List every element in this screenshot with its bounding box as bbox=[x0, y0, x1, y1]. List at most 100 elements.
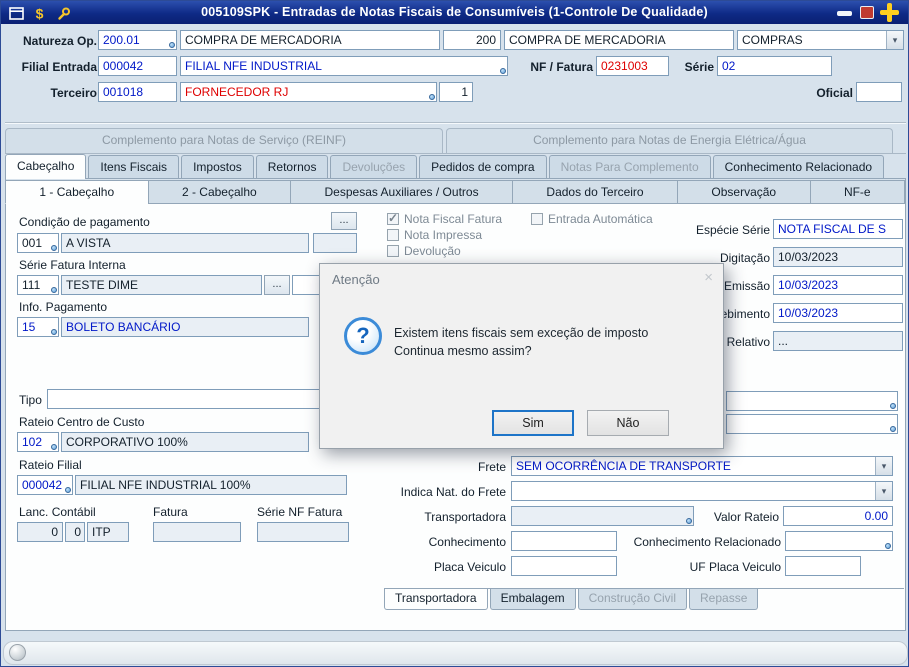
tab-notas-para-complemento: Notas Para Complemento bbox=[548, 155, 711, 179]
condicao-pagamento-desc-value: A VISTA bbox=[66, 236, 111, 250]
relativo-field[interactable]: ... bbox=[773, 331, 903, 351]
natureza-op-label: Natureza Op. bbox=[22, 34, 97, 48]
grupo-combo[interactable]: COMPRAS ▾ bbox=[737, 30, 904, 50]
nf-fatura-label: NF / Fatura bbox=[530, 60, 593, 74]
subtab-observacao[interactable]: Observação bbox=[677, 180, 811, 204]
lookup-dot-icon bbox=[429, 94, 435, 100]
title-bar[interactable]: $ 005109SPK - Entradas de Notas Fiscais … bbox=[1, 1, 908, 24]
recebimento-field[interactable]: 10/03/2023 bbox=[773, 303, 903, 323]
uf-placa-veiculo-field[interactable] bbox=[785, 556, 861, 576]
lookup-dot-icon bbox=[890, 426, 896, 432]
window-title: 005109SPK - Entradas de Notas Fiscais de… bbox=[201, 5, 708, 19]
lanc-contabil-value-2: 0 bbox=[74, 525, 81, 539]
tab-devolucoes: Devoluções bbox=[330, 155, 418, 179]
checkbox-unchecked-icon bbox=[387, 229, 399, 241]
frete-label: Frete bbox=[477, 460, 506, 474]
transportadora-label: Transportadora bbox=[424, 510, 506, 524]
checkbox-devolucao-label: Devolução bbox=[404, 244, 461, 258]
tab-pedidos-de-compra[interactable]: Pedidos de compra bbox=[419, 155, 547, 179]
header-divider bbox=[5, 122, 906, 124]
chevron-down-icon[interactable]: ▾ bbox=[875, 482, 892, 500]
condicao-pagamento-browse-button[interactable]: ... bbox=[331, 212, 357, 230]
dialog-close-icon[interactable]: × bbox=[704, 269, 713, 286]
emissao-value: 10/03/2023 bbox=[778, 278, 839, 292]
rateio-filial-desc-value: FILIAL NFE INDUSTRIAL 100% bbox=[80, 478, 251, 492]
sub-tab-strip: 1 - Cabeçalho 2 - Cabeçalho Despesas Aux… bbox=[5, 180, 906, 204]
subtab-nfe[interactable]: NF-e bbox=[809, 180, 906, 204]
checkbox-checked-icon bbox=[387, 211, 399, 225]
serie-field[interactable]: 02 bbox=[717, 56, 832, 76]
filial-code-value: 000042 bbox=[103, 59, 144, 73]
natureza-op-desc-value: COMPRA DE MERCADORIA bbox=[185, 33, 342, 47]
tab-impostos[interactable]: Impostos bbox=[181, 155, 254, 179]
tipo-field[interactable] bbox=[47, 389, 360, 409]
checkbox-nota-impressa: Nota Impressa bbox=[387, 228, 482, 242]
hidden-right-field-1[interactable] bbox=[726, 391, 898, 411]
natureza-op-code2-value: 200 bbox=[475, 33, 496, 47]
lanc-contabil-field-2: 0 bbox=[65, 522, 85, 542]
tab-retornos[interactable]: Retornos bbox=[255, 155, 329, 179]
lookup-dot-icon bbox=[51, 287, 57, 293]
natureza-op-desc2-field[interactable]: COMPRA DE MERCADORIA bbox=[504, 30, 734, 50]
subtab-2-cabecalho[interactable]: 2 - Cabeçalho bbox=[147, 180, 292, 204]
info-pagamento-desc-field: BOLETO BANCÁRIO bbox=[61, 317, 309, 337]
maximize-icon[interactable] bbox=[860, 6, 874, 19]
terceiro-code-field[interactable]: 001018 bbox=[98, 82, 177, 102]
fatura-label: Fatura bbox=[153, 505, 188, 519]
conhecimento-relacionado-field[interactable] bbox=[785, 531, 893, 551]
minimize-icon[interactable] bbox=[837, 11, 852, 16]
especie-serie-label: Espécie Série bbox=[695, 223, 770, 237]
tab-conhecimento-relacionado[interactable]: Conhecimento Relacionado bbox=[712, 155, 885, 179]
close-icon[interactable] bbox=[880, 3, 899, 22]
yes-button[interactable]: Sim bbox=[492, 410, 574, 436]
tab-itens-fiscais[interactable]: Itens Fiscais bbox=[88, 155, 180, 179]
terceiro-desc-field[interactable]: FORNECEDOR RJ bbox=[180, 82, 437, 102]
subtab-1-cabecalho[interactable]: 1 - Cabeçalho bbox=[5, 180, 149, 204]
checkbox-unchecked-icon bbox=[387, 245, 399, 257]
grupo-combo-value: COMPRAS bbox=[742, 33, 803, 47]
rateio-filial-code-field[interactable]: 000042 bbox=[17, 475, 73, 495]
tab-embalagem[interactable]: Embalagem bbox=[489, 589, 576, 610]
chevron-down-icon[interactable]: ▾ bbox=[875, 457, 892, 475]
frete-value: SEM OCORRÊNCIA DE TRANSPORTE bbox=[516, 459, 731, 473]
natureza-op-code2-field[interactable]: 200 bbox=[443, 30, 501, 50]
hidden-right-field-2[interactable] bbox=[726, 414, 898, 434]
oficial-field[interactable] bbox=[856, 82, 902, 102]
filial-entrada-label: Filial Entrada bbox=[21, 60, 97, 74]
terceiro-loja-field[interactable]: 1 bbox=[439, 82, 473, 102]
tab-construcao-civil: Construção Civil bbox=[577, 589, 688, 610]
condicao-pagamento-code-field[interactable]: 001 bbox=[17, 233, 59, 253]
placa-veiculo-field[interactable] bbox=[511, 556, 617, 576]
natureza-op-desc-field[interactable]: COMPRA DE MERCADORIA bbox=[180, 30, 440, 50]
filial-desc-field[interactable]: FILIAL NFE INDUSTRIAL bbox=[180, 56, 508, 76]
lookup-dot-icon bbox=[686, 518, 692, 524]
tipo-label: Tipo bbox=[19, 393, 42, 407]
emissao-field[interactable]: 10/03/2023 bbox=[773, 275, 903, 295]
info-pagamento-code-field[interactable]: 15 bbox=[17, 317, 59, 337]
valor-rateio-value: 0.00 bbox=[864, 509, 888, 523]
lanc-contabil-value-3: ITP bbox=[92, 525, 111, 539]
conhecimento-relacionado-label: Conhecimento Relacionado bbox=[633, 535, 781, 549]
indica-nat-frete-select[interactable]: ▾ bbox=[511, 481, 893, 501]
tab-transportadora[interactable]: Transportadora bbox=[384, 589, 488, 610]
subtab-dados-do-terceiro[interactable]: Dados do Terceiro bbox=[512, 180, 678, 204]
digitacao-field: 10/03/2023 bbox=[773, 247, 903, 267]
conhecimento-field[interactable] bbox=[511, 531, 617, 551]
nf-fatura-field[interactable]: 0231003 bbox=[596, 56, 669, 76]
especie-serie-field[interactable]: NOTA FISCAL DE S bbox=[773, 219, 903, 239]
atencao-dialog: Atenção × ? Existem itens fiscais sem ex… bbox=[319, 263, 724, 449]
rateio-cc-code-field[interactable]: 102 bbox=[17, 432, 59, 452]
uf-placa-veiculo-label: UF Placa Veiculo bbox=[689, 560, 781, 574]
tab-cabecalho[interactable]: Cabeçalho bbox=[5, 154, 87, 179]
serie-label: Série bbox=[684, 60, 714, 74]
frete-select[interactable]: SEM OCORRÊNCIA DE TRANSPORTE ▾ bbox=[511, 456, 893, 476]
subtab-despesas-auxiliares[interactable]: Despesas Auxiliares / Outros bbox=[290, 180, 513, 204]
no-button[interactable]: Não bbox=[587, 410, 669, 436]
valor-rateio-field[interactable]: 0.00 bbox=[783, 506, 893, 526]
filial-code-field[interactable]: 000042 bbox=[98, 56, 177, 76]
chevron-down-icon[interactable]: ▾ bbox=[886, 31, 903, 49]
natureza-op-code-field[interactable]: 200.01 bbox=[98, 30, 177, 50]
nf-fatura-value: 0231003 bbox=[601, 59, 648, 73]
serie-fatura-code-field[interactable]: 111 bbox=[17, 275, 59, 295]
serie-fatura-browse-button[interactable]: ... bbox=[264, 275, 290, 295]
